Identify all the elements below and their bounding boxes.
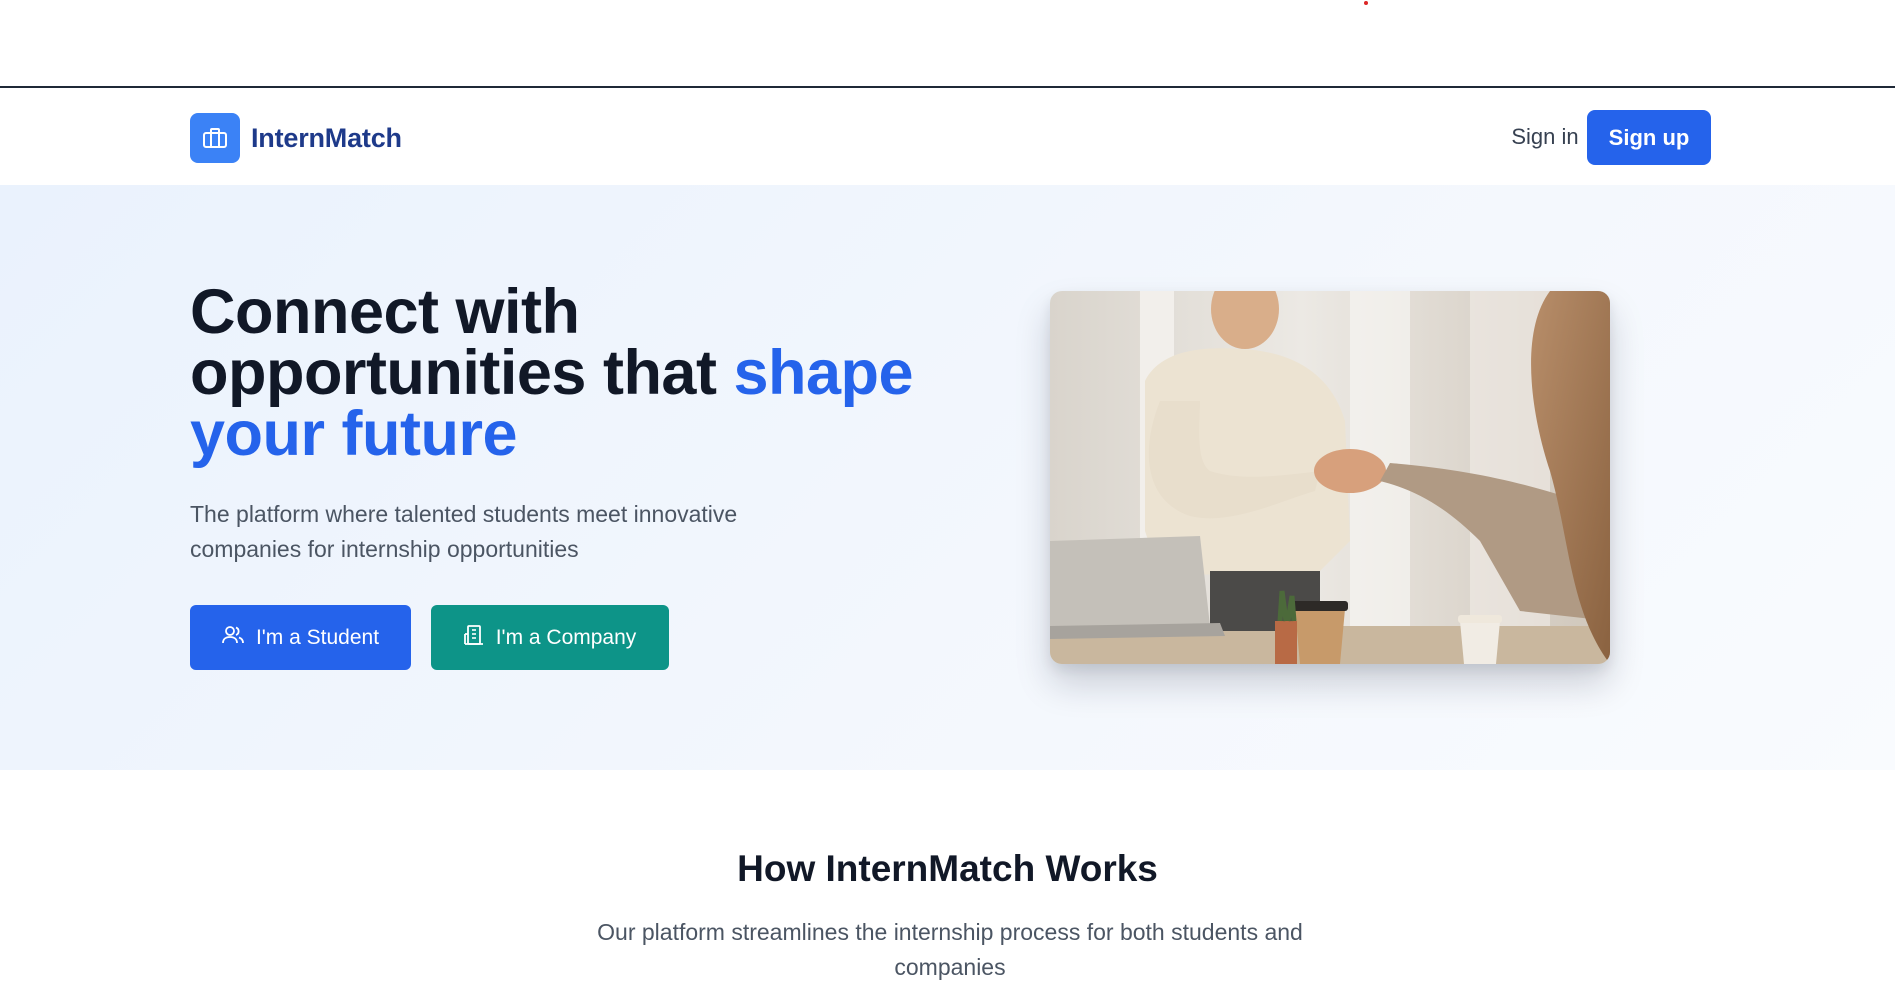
building-icon — [463, 624, 484, 652]
hero-title: Connect with opportunities that shape yo… — [190, 281, 970, 466]
hero-title-line1: Connect with — [190, 277, 580, 347]
briefcase-icon — [190, 113, 240, 163]
navbar: InternMatch Sign in Sign up — [0, 90, 1895, 185]
cursor-dot — [1364, 1, 1368, 5]
hero-title-accent-1: shape — [733, 338, 914, 408]
company-button[interactable]: I'm a Company — [431, 605, 669, 670]
brand-name: InternMatch — [251, 122, 402, 153]
signup-button[interactable]: Sign up — [1587, 110, 1711, 165]
student-button[interactable]: I'm a Student — [190, 605, 411, 670]
users-icon — [222, 625, 244, 651]
handshake-photo — [1050, 291, 1610, 664]
hero-title-line2: opportunities that — [190, 338, 734, 408]
company-button-label: I'm a Company — [495, 625, 637, 649]
how-section-subtitle: Our platform streamlines the internship … — [597, 919, 1303, 980]
hero-subtitle: The platform where talented students mee… — [190, 501, 738, 562]
brand[interactable]: InternMatch — [190, 113, 402, 163]
browser-blank-area — [0, 0, 1895, 88]
hero-section: Connect with opportunities that shape yo… — [0, 185, 1895, 770]
student-button-label: I'm a Student — [255, 625, 380, 649]
signin-button[interactable]: Sign in — [1490, 121, 1600, 153]
how-section-title: How InternMatch Works — [737, 848, 1158, 889]
hero-title-accent-2: your future — [190, 399, 518, 469]
